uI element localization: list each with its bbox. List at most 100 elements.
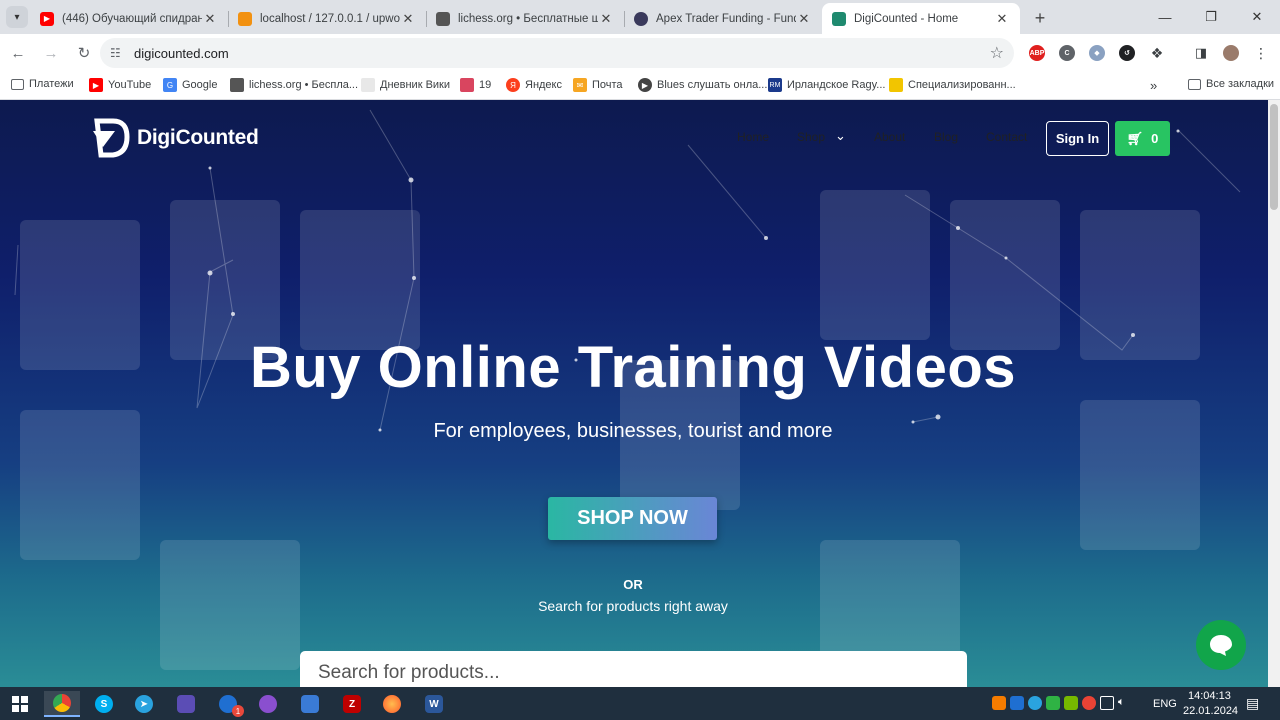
page-viewport: DigiCounted Home Shop ⌄ About Blog Conta… <box>0 100 1268 687</box>
cart-icon: 🛒︎ <box>1126 130 1144 146</box>
maximize-icon[interactable]: ❐ <box>1188 0 1234 34</box>
tab-localhost[interactable]: localhost / 127.0.0.1 / upwork | ✕ <box>228 3 426 34</box>
moto-icon <box>889 78 903 92</box>
tray-cloud-icon[interactable] <box>1010 696 1024 710</box>
tab-strip: ▾ ▶ (446) Обучающий спидран(10 ✕ localho… <box>0 0 1280 34</box>
tab-apex[interactable]: Apex Trader Funding - Funded ✕ <box>624 3 822 34</box>
rm-icon: RM <box>768 78 782 92</box>
youtube-icon: ▶ <box>40 11 54 26</box>
system-tray-icons: 🔈︎ <box>992 696 1125 710</box>
taskbar-skype[interactable]: S <box>86 691 122 717</box>
tab-search-button[interactable]: ▾ <box>6 6 28 28</box>
product-search[interactable] <box>300 651 967 687</box>
nav-shop[interactable]: Shop <box>797 130 825 144</box>
chevron-double-right-icon: » <box>1150 78 1158 93</box>
skype-icon: S <box>95 695 113 713</box>
phpmyadmin-icon <box>238 11 252 26</box>
notifications-icon[interactable]: ▤ <box>1246 695 1259 712</box>
floppy-icon <box>177 695 195 713</box>
network-icon[interactable] <box>1100 696 1114 710</box>
menu-icon[interactable]: ⋮ <box>1248 40 1274 66</box>
bookmark-special[interactable]: Специализированн... <box>889 78 1016 92</box>
bookmark-mail[interactable]: ✉ Почта <box>573 78 623 92</box>
clock-time[interactable]: 14:04:13 <box>1188 690 1231 702</box>
bookmarks-overflow[interactable]: » <box>1150 78 1157 93</box>
search-input[interactable] <box>300 651 967 687</box>
bookmark-blues[interactable]: ▶ Blues слушать онла... <box>638 78 767 92</box>
yandex-icon: Я <box>506 78 520 92</box>
all-bookmarks[interactable]: Все закладки <box>1188 78 1274 90</box>
close-icon[interactable]: ✕ <box>598 11 614 27</box>
play-icon: ▶ <box>638 78 652 92</box>
chat-widget-button[interactable] <box>1196 620 1246 670</box>
side-panel-icon[interactable]: ◨ <box>1188 40 1214 66</box>
shop-now-button[interactable]: SHOP NOW <box>548 497 717 540</box>
tab-lichess[interactable]: lichess.org • Бесплатные шахм ✕ <box>426 3 624 34</box>
tray-telegram-icon[interactable] <box>1028 696 1042 710</box>
sync-icon[interactable]: ↺ <box>1114 40 1140 66</box>
scrollbar-thumb[interactable] <box>1270 104 1278 210</box>
bookmark-youtube[interactable]: ▶ YouTube <box>89 78 151 92</box>
puzzle-icon[interactable]: ❖ <box>1144 40 1170 66</box>
page-scrollbar[interactable] <box>1268 100 1280 687</box>
bookmark-yandex[interactable]: Я Яндекс <box>506 78 562 92</box>
nav-home[interactable]: Home <box>737 130 769 144</box>
tray-check-icon[interactable] <box>1046 696 1060 710</box>
new-tab-button[interactable]: + <box>1026 4 1054 32</box>
taskbar-save[interactable] <box>168 691 204 717</box>
calendar-icon <box>460 78 474 92</box>
taskbar-app-cube[interactable] <box>292 691 328 717</box>
tab-digicounted[interactable]: DigiCounted - Home ✕ <box>822 3 1020 34</box>
close-window-icon[interactable]: ✕ <box>1234 0 1280 34</box>
avatar[interactable] <box>1218 40 1244 66</box>
bookmark-payments[interactable]: Платежи <box>11 78 74 90</box>
language-indicator[interactable]: ENG <box>1153 698 1177 710</box>
back-button[interactable]: ← <box>3 38 33 68</box>
bookmark-19[interactable]: 19 <box>460 78 491 92</box>
reload-button[interactable]: ↻ <box>69 38 99 68</box>
forward-button[interactable]: → <box>36 38 66 68</box>
shield-icon[interactable]: ◆ <box>1084 40 1110 66</box>
address-bar[interactable]: ☷ digicounted.com ☆ <box>100 38 1014 68</box>
bookmark-lichess[interactable]: lichess.org • Беспла... <box>230 78 358 92</box>
sign-in-button[interactable]: Sign In <box>1046 121 1109 156</box>
tray-chrome-icon[interactable] <box>1082 696 1096 710</box>
close-icon[interactable]: ✕ <box>400 11 416 27</box>
nav-contact[interactable]: Contact <box>986 130 1027 144</box>
nav-about[interactable]: About <box>874 130 905 144</box>
taskbar-chrome[interactable] <box>44 691 80 717</box>
chevron-down-icon[interactable]: ⌄ <box>835 128 846 144</box>
cart-button[interactable]: 🛒︎ 0 <box>1115 121 1170 156</box>
taskbar-telegram[interactable]: ➤ <box>126 691 162 717</box>
site-logo[interactable]: DigiCounted <box>93 117 259 159</box>
bookmark-star-icon[interactable]: ☆ <box>990 43 1004 63</box>
volume-icon[interactable]: 🔈︎ <box>1118 696 1125 710</box>
url-text[interactable]: digicounted.com <box>134 46 990 61</box>
close-icon[interactable]: ✕ <box>796 11 812 27</box>
taskbar-mail[interactable]: 1 <box>210 691 246 717</box>
adblock-icon[interactable]: ABP <box>1024 40 1050 66</box>
close-icon[interactable]: ✕ <box>202 11 218 27</box>
or-divider: OR <box>623 577 643 592</box>
bookmark-irish[interactable]: RM Ирландское Ragy... <box>768 78 885 92</box>
bookmark-google[interactable]: G Google <box>163 78 217 92</box>
close-icon[interactable]: ✕ <box>994 11 1010 27</box>
tray-nvidia-icon[interactable] <box>1064 696 1078 710</box>
extension-c-icon[interactable]: C <box>1054 40 1080 66</box>
taskbar-firefox[interactable] <box>374 691 410 717</box>
clock-date[interactable]: 22.01.2024 <box>1183 705 1238 717</box>
nav-blog[interactable]: Blog <box>934 130 958 144</box>
bookmark-diary[interactable]: Дневник Вики <box>361 78 450 92</box>
minimize-icon[interactable]: — <box>1142 0 1188 34</box>
folder-icon <box>11 78 24 90</box>
site-info-icon[interactable]: ☷ <box>110 46 130 60</box>
tab-youtube[interactable]: ▶ (446) Обучающий спидран(10 ✕ <box>30 3 228 34</box>
hero-subtitle: For employees, businesses, tourist and m… <box>433 420 833 442</box>
start-button[interactable] <box>2 691 38 717</box>
tray-app-icon[interactable] <box>992 696 1006 710</box>
taskbar-filezilla[interactable]: Z <box>334 691 370 717</box>
tabs: ▶ (446) Обучающий спидран(10 ✕ localhost… <box>30 3 1054 34</box>
taskbar-word[interactable]: W <box>416 691 452 717</box>
taskbar-github[interactable] <box>250 691 286 717</box>
word-icon: W <box>425 695 443 713</box>
